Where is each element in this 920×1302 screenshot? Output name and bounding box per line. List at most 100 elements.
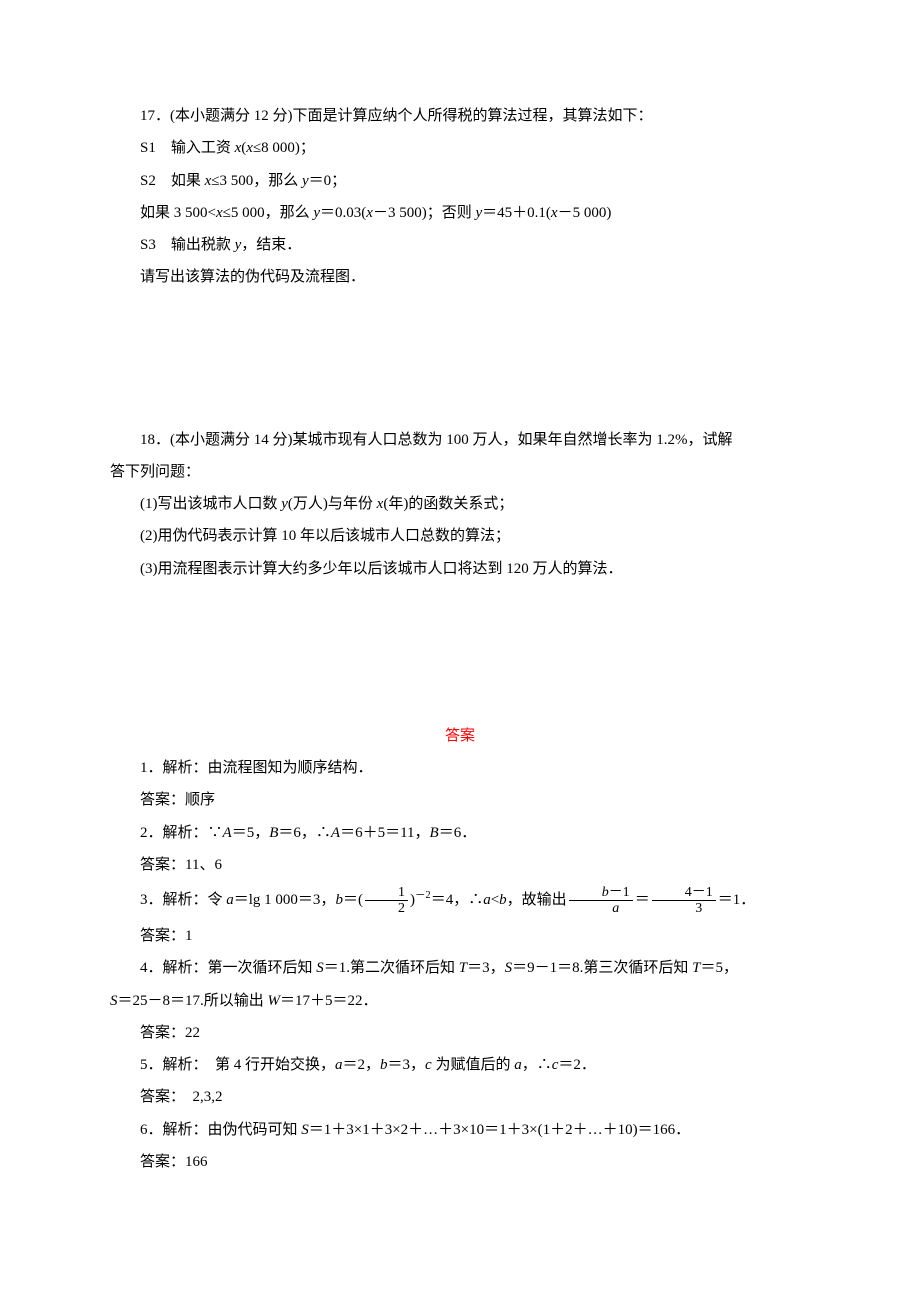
text: 5．解析： 第 4 行开始交换， <box>140 1057 335 1073</box>
text: 2．解析：∵ <box>140 825 223 841</box>
var-w: W <box>268 993 281 1009</box>
text: ＝2． <box>558 1057 596 1073</box>
var-b: B <box>430 825 439 841</box>
text: ，结束． <box>241 237 301 253</box>
text: ≤8 000)； <box>253 140 315 156</box>
var-b: b <box>380 1057 388 1073</box>
var-s: S <box>316 960 324 976</box>
var-a: a <box>335 1057 343 1073</box>
a1-answer: 答案：顺序 <box>110 784 810 816</box>
text: ＝17＋5＝22． <box>280 993 378 1009</box>
text: －5 000) <box>558 205 612 221</box>
text: ＝25－8＝17.所以输出 <box>118 993 268 1009</box>
text: ＝1． <box>718 892 756 908</box>
q18-p3: (3)用流程图表示计算大约多少年以后该城市人口将达到 120 万人的算法． <box>110 553 810 585</box>
q17-s2: S2 如果 x≤3 500，那么 y＝0； <box>110 165 810 197</box>
fraction: 4－13 <box>652 885 716 917</box>
text: ＝5， <box>701 960 739 976</box>
var-b: B <box>269 825 278 841</box>
text: ＝6，∴ <box>278 825 331 841</box>
var-b: b <box>602 885 609 900</box>
q17-s3: S3 输出税款 y，结束． <box>110 229 810 261</box>
var-a: A <box>223 825 232 841</box>
text: < <box>491 892 499 908</box>
var-x: x <box>551 205 558 221</box>
text: (年)的函数关系式； <box>383 496 513 512</box>
text: ＝3， <box>388 1057 426 1073</box>
text: ＝9－1＝8.第三次循环后知 <box>512 960 692 976</box>
text: 为赋值后的 <box>432 1057 515 1073</box>
var-x: x <box>216 205 223 221</box>
a5-explanation: 5．解析： 第 4 行开始交换，a＝2，b＝3，c 为赋值后的 a，∴c＝2． <box>110 1049 810 1081</box>
text: ＝3， <box>467 960 505 976</box>
superscript: －2 <box>415 890 431 901</box>
var-a: a <box>514 1057 522 1073</box>
numerator: 4－1 <box>652 885 716 901</box>
spacer <box>110 585 810 720</box>
var-s: S <box>110 993 118 1009</box>
a1-explanation: 1．解析：由流程图知为顺序结构． <box>110 752 810 784</box>
text: 6．解析：由伪代码可知 <box>140 1122 301 1138</box>
a5-answer: 答案： 2,3,2 <box>110 1081 810 1113</box>
answer-heading: 答案 <box>110 720 810 752</box>
q18-title-line2: 答下列问题： <box>110 456 810 488</box>
a2-answer: 答案：11、6 <box>110 849 810 881</box>
text: ＝5， <box>232 825 270 841</box>
text: ＝( <box>343 892 363 908</box>
text: ，故输出 <box>507 892 567 908</box>
q18-p2: (2)用伪代码表示计算 10 年以后该城市人口总数的算法； <box>110 520 810 552</box>
text: ≤5 000，那么 <box>223 205 314 221</box>
a4-explanation-line1: 4．解析：第一次循环后知 S＝1.第二次循环后知 T＝3，S＝9－1＝8.第三次… <box>110 952 810 984</box>
var-y: y <box>281 496 288 512</box>
text: ＝6＋5＝11， <box>340 825 429 841</box>
q17-s2-cont: 如果 3 500<x≤5 000，那么 y＝0.03(x－3 500)；否则 y… <box>110 197 810 229</box>
text: ＝6． <box>439 825 477 841</box>
q18-p1: (1)写出该城市人口数 y(万人)与年份 x(年)的函数关系式； <box>110 488 810 520</box>
text: (1)写出该城市人口数 <box>140 496 281 512</box>
denominator: a <box>569 901 633 916</box>
var-b: b <box>335 892 343 908</box>
text: ＝lg 1 000＝3， <box>234 892 336 908</box>
a6-explanation: 6．解析：由伪代码可知 S＝1＋3×1＋3×2＋…＋3×10＝1＋3×(1＋2＋… <box>110 1114 810 1146</box>
a6-answer: 答案：166 <box>110 1146 810 1178</box>
q18-title-line1: 18．(本小题满分 14 分)某城市现有人口总数为 100 万人，如果年自然增长… <box>110 424 810 456</box>
var-b: b <box>499 892 507 908</box>
text: ＝45＋0.1( <box>482 205 551 221</box>
text: S3 输出税款 <box>140 237 235 253</box>
text: ＝1＋3×1＋3×2＋…＋3×10＝1＋3×(1＋2＋…＋10)＝166． <box>309 1122 690 1138</box>
var-x: x <box>366 205 373 221</box>
var-a: a <box>226 892 234 908</box>
q17-title: 17．(本小题满分 12 分)下面是计算应纳个人所得税的算法过程，其算法如下： <box>110 100 810 132</box>
spacer <box>110 294 810 424</box>
fraction: 12 <box>365 885 408 917</box>
text: S2 如果 <box>140 173 205 189</box>
var-t: T <box>692 960 700 976</box>
numerator: b－1 <box>569 885 633 901</box>
q17-ask: 请写出该算法的伪代码及流程图． <box>110 261 810 293</box>
var-y: y <box>302 173 309 189</box>
text: S1 输入工资 <box>140 140 235 156</box>
text: ＝4，∴ <box>431 892 484 908</box>
a3-answer: 答案：1 <box>110 920 810 952</box>
var-s: S <box>301 1122 309 1138</box>
text: (万人)与年份 <box>288 496 377 512</box>
text: ＝1.第二次循环后知 <box>324 960 459 976</box>
a2-explanation: 2．解析：∵A＝5，B＝6，∴A＝6＋5＝11，B＝6． <box>110 817 810 849</box>
text: －1 <box>609 885 630 900</box>
text: 如果 3 500< <box>140 205 216 221</box>
text: 4．解析：第一次循环后知 <box>140 960 316 976</box>
text: ，∴ <box>522 1057 552 1073</box>
text: ＝ <box>635 892 650 908</box>
var-a: a <box>483 892 491 908</box>
a4-explanation-line2: S＝25－8＝17.所以输出 W＝17＋5＝22． <box>110 985 810 1017</box>
var-c: c <box>425 1057 432 1073</box>
var-x: x <box>246 140 253 156</box>
text: －3 500)；否则 <box>373 205 476 221</box>
numerator: 1 <box>365 885 408 901</box>
fraction: b－1a <box>569 885 633 917</box>
var-a: A <box>331 825 340 841</box>
text: ＝2， <box>343 1057 381 1073</box>
denominator: 2 <box>365 901 408 916</box>
a3-explanation: 3．解析：令 a＝lg 1 000＝3，b＝(12)－2＝4，∴a<b，故输出b… <box>110 881 810 920</box>
q17-s1: S1 输入工资 x(x≤8 000)； <box>110 132 810 164</box>
